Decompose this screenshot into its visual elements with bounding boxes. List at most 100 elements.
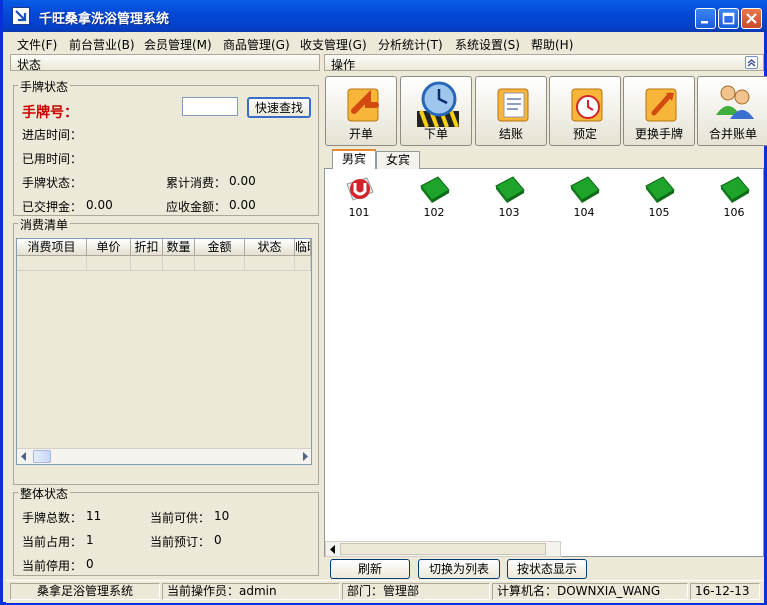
- change-tag-button[interactable]: 更换手牌: [623, 76, 695, 146]
- app-window: 千旺桑拿洗浴管理系统 文件(F) 前台营业(B) 会员管理(M) 商品管理(G)…: [0, 0, 767, 605]
- tag-status-title: 手牌状态: [18, 78, 71, 95]
- scroll-left-icon[interactable]: [329, 545, 337, 554]
- scroll-thumb[interactable]: [33, 450, 51, 463]
- table-row-cell: [131, 256, 163, 271]
- table-row-cell: [163, 256, 195, 271]
- app-icon: [12, 7, 30, 25]
- available-room-icon: [645, 176, 675, 203]
- tool-label: 结账: [498, 127, 523, 141]
- occupied-value: 1: [86, 533, 94, 547]
- status-panel-header: 状态: [10, 54, 320, 72]
- place-order-button[interactable]: 下单: [400, 76, 472, 146]
- used-time-label: 已用时间：: [22, 152, 83, 166]
- menu-member[interactable]: 会员管理(M): [144, 36, 212, 53]
- menu-finance[interactable]: 收支管理(G): [300, 36, 367, 53]
- available-room-icon: [495, 176, 525, 203]
- room-104[interactable]: 104: [556, 172, 612, 222]
- room-102[interactable]: 102: [406, 172, 462, 222]
- total-consume-label: 累计消费：: [166, 176, 227, 190]
- checkout-icon: [497, 88, 529, 122]
- consume-list-group: 消费清单 消费项目 单价 折扣 数量 金额 状态 临时: [13, 216, 319, 485]
- total-tags-label: 手牌总数：: [22, 511, 83, 525]
- operations-panel-header: 操作: [324, 54, 764, 72]
- close-button[interactable]: [741, 8, 762, 29]
- available-room-icon: [570, 176, 600, 203]
- available-room-icon: [720, 176, 750, 203]
- merge-bill-button[interactable]: 合并账单: [697, 76, 767, 146]
- total-tags-value: 11: [86, 509, 102, 523]
- reserved-value: 0: [214, 533, 222, 547]
- checkout-button[interactable]: 结账: [475, 76, 547, 146]
- status-bar: 桑拿足浴管理系统 当前操作员：admin 部门：管理部 计算机名：DOWNXIA…: [6, 580, 764, 603]
- reserved-label: 当前预订：: [150, 535, 211, 549]
- stopped-value: 0: [86, 557, 94, 571]
- list-view-button[interactable]: 切换为列表: [418, 559, 500, 579]
- col-discount[interactable]: 折扣: [131, 239, 163, 256]
- room-105[interactable]: 105: [631, 172, 687, 222]
- menu-front-desk[interactable]: 前台营业(B): [69, 36, 135, 53]
- status-computer-name: 计算机名：DOWNXIA_WANG: [492, 583, 688, 600]
- title-bar[interactable]: 千旺桑拿洗浴管理系统: [3, 0, 767, 32]
- change-tag-icon: [645, 88, 677, 122]
- room-view-area: [324, 168, 764, 557]
- tool-label: 下单: [423, 127, 448, 141]
- open-order-button[interactable]: 开单: [325, 76, 397, 146]
- available-value: 10: [214, 509, 230, 523]
- room-number: 106: [723, 206, 745, 219]
- tag-number-label: 手牌号：: [22, 105, 78, 121]
- room-103[interactable]: 103: [481, 172, 537, 222]
- col-status[interactable]: 状态: [245, 239, 295, 256]
- refresh-button[interactable]: 刷新: [330, 559, 410, 579]
- tag-number-input[interactable]: [182, 97, 238, 116]
- table-row-cell: [295, 256, 311, 271]
- tool-label: 更换手牌: [634, 127, 683, 141]
- total-consume-value: 0.00: [229, 174, 256, 188]
- room-106[interactable]: 106: [706, 172, 762, 222]
- room-number: 101: [348, 206, 370, 219]
- receivable-label: 应收金额：: [166, 200, 227, 214]
- col-temp[interactable]: 临时: [295, 239, 311, 256]
- stopped-label: 当前停用：: [22, 559, 83, 573]
- open-order-icon: [347, 88, 379, 122]
- status-view-button[interactable]: 按状态显示: [507, 559, 587, 579]
- status-date: 16-12-13: [690, 583, 760, 600]
- minimize-button[interactable]: [695, 8, 716, 29]
- scroll-right-icon[interactable]: [301, 452, 309, 461]
- tool-label: 开单: [348, 127, 373, 141]
- collapse-chevron-icon[interactable]: [745, 56, 758, 69]
- clock-order-icon: [417, 81, 459, 128]
- table-row-cell: [245, 256, 295, 271]
- tag-state-label: 手牌状态：: [22, 176, 83, 190]
- table-row-cell: [195, 256, 245, 271]
- room-horizontal-scrollbar[interactable]: [325, 541, 561, 557]
- menu-settings[interactable]: 系统设置(S): [455, 36, 520, 53]
- room-number: 102: [423, 206, 445, 219]
- scroll-left-icon[interactable]: [20, 452, 28, 461]
- status-operator: 当前操作员：admin: [162, 583, 340, 600]
- col-quantity[interactable]: 数量: [163, 239, 195, 256]
- tab-female-guests[interactable]: 女宾: [376, 151, 420, 169]
- consume-grid[interactable]: 消费项目 单价 折扣 数量 金额 状态 临时: [16, 238, 312, 465]
- occupied-room-icon: [346, 177, 374, 201]
- col-price[interactable]: 单价: [87, 239, 131, 256]
- deposit-value: 0.00: [86, 198, 113, 212]
- table-row-cell: [87, 256, 131, 271]
- consume-horizontal-scrollbar[interactable]: [17, 448, 311, 464]
- maximize-button[interactable]: [718, 8, 739, 29]
- menu-goods[interactable]: 商品管理(G): [223, 36, 290, 53]
- menu-statistics[interactable]: 分析统计(T): [378, 36, 443, 53]
- menu-help[interactable]: 帮助(H): [531, 36, 573, 53]
- reserve-button[interactable]: 预定: [549, 76, 621, 146]
- scroll-thumb[interactable]: [340, 543, 546, 555]
- status-system-name: 桑拿足浴管理系统: [10, 583, 160, 600]
- table-row-cell: [17, 256, 87, 271]
- menu-file[interactable]: 文件(F): [17, 36, 57, 53]
- tool-label: 预定: [572, 127, 597, 141]
- col-item[interactable]: 消费项目: [17, 239, 87, 256]
- quick-search-button[interactable]: 快速查找: [247, 97, 311, 118]
- col-amount[interactable]: 金额: [195, 239, 245, 256]
- window-title: 千旺桑拿洗浴管理系统: [39, 12, 170, 27]
- room-101[interactable]: 101: [331, 172, 387, 222]
- tab-male-guests[interactable]: 男宾: [332, 149, 376, 169]
- available-label: 当前可供：: [150, 511, 211, 525]
